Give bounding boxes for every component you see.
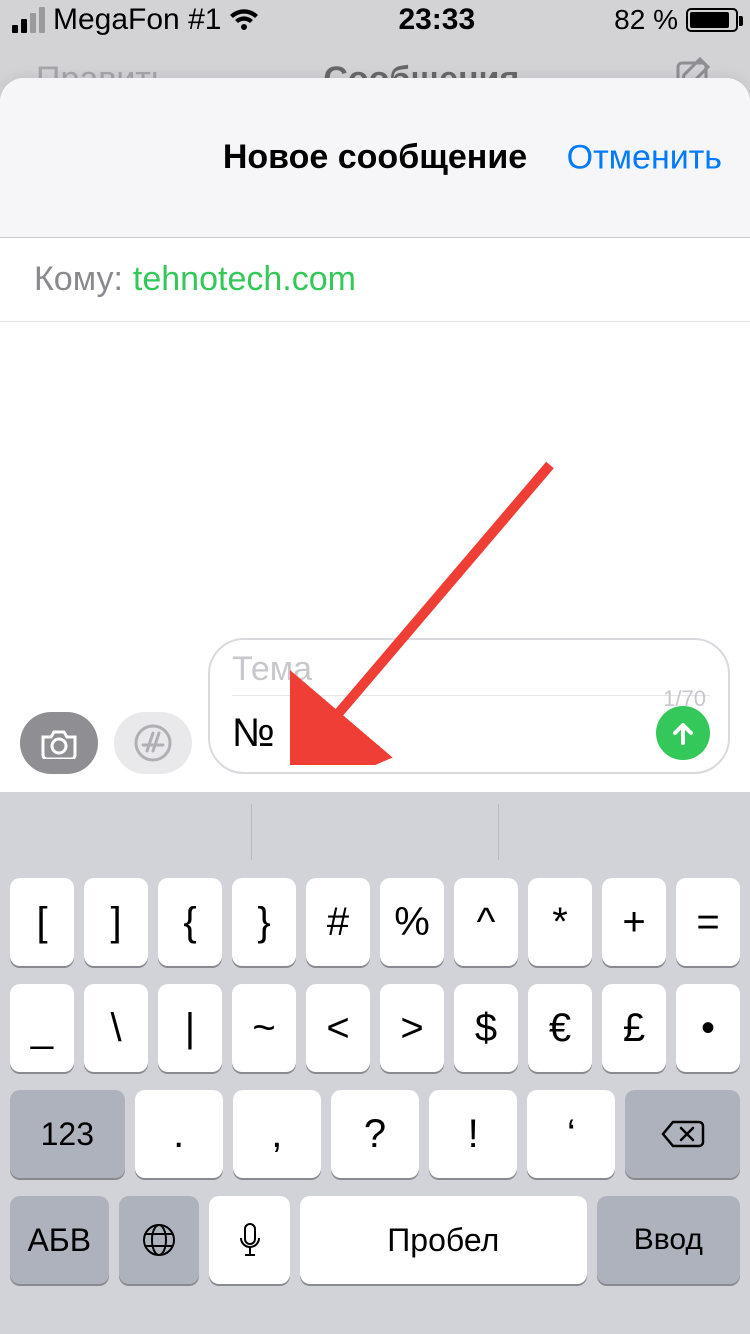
key[interactable]: \ — [84, 984, 148, 1072]
key-row-3: 123 . , ? ! ‘ — [6, 1090, 744, 1178]
abc-key[interactable]: АБВ — [10, 1196, 109, 1284]
mic-icon — [238, 1222, 262, 1258]
key[interactable]: < — [306, 984, 370, 1072]
key[interactable]: + — [602, 878, 666, 966]
new-message-sheet: Новое сообщение Отменить Кому: tehnotech… — [0, 78, 750, 1334]
key[interactable]: % — [380, 878, 444, 966]
suggestion-bar[interactable] — [6, 804, 744, 860]
keyboard: [ ] { } # % ^ * + = _ \ | ~ < > $ € £ — [0, 792, 750, 1334]
key[interactable]: [ — [10, 878, 74, 966]
key[interactable]: $ — [454, 984, 518, 1072]
message-text[interactable]: № — [232, 711, 275, 756]
key[interactable]: = — [676, 878, 740, 966]
cancel-button[interactable]: Отменить — [567, 138, 722, 177]
compose-bar: Тема 1/70 № — [0, 622, 750, 792]
key[interactable]: { — [158, 878, 222, 966]
battery-icon — [686, 8, 738, 32]
mic-key[interactable] — [209, 1196, 290, 1284]
key-row-4: АБВ Пробел Ввод — [6, 1196, 744, 1284]
to-value: tehnotech.com — [133, 260, 356, 299]
key[interactable]: € — [528, 984, 592, 1072]
wifi-icon — [229, 8, 259, 32]
key-row-2: _ \ | ~ < > $ € £ • — [6, 984, 744, 1072]
key[interactable]: ‘ — [527, 1090, 615, 1178]
key[interactable]: • — [676, 984, 740, 1072]
backspace-icon — [661, 1118, 705, 1150]
key[interactable]: ~ — [232, 984, 296, 1072]
key[interactable]: ] — [84, 878, 148, 966]
subject-field[interactable]: Тема — [232, 650, 710, 696]
recipient-row[interactable]: Кому: tehnotech.com — [0, 238, 750, 322]
key[interactable]: ^ — [454, 878, 518, 966]
key[interactable]: . — [135, 1090, 223, 1178]
numbers-key[interactable]: 123 — [10, 1090, 125, 1178]
message-input-box[interactable]: Тема 1/70 № — [208, 638, 730, 774]
key[interactable]: £ — [602, 984, 666, 1072]
key[interactable]: * — [528, 878, 592, 966]
arrow-up-icon — [669, 719, 697, 747]
carrier-label: MegaFon #1 — [53, 3, 221, 37]
to-label: Кому: — [34, 260, 123, 299]
key[interactable]: , — [233, 1090, 321, 1178]
enter-key[interactable]: Ввод — [597, 1196, 740, 1284]
globe-key[interactable] — [119, 1196, 200, 1284]
camera-button[interactable] — [20, 712, 98, 774]
status-bar: MegaFon #1 23:33 82 % — [0, 0, 750, 40]
sheet-header: Новое сообщение Отменить — [0, 78, 750, 238]
key[interactable]: > — [380, 984, 444, 1072]
globe-icon — [141, 1222, 177, 1258]
battery-percent: 82 % — [614, 4, 678, 36]
key[interactable]: # — [306, 878, 370, 966]
appstore-button[interactable] — [114, 712, 192, 774]
key-row-1: [ ] { } # % ^ * + = — [6, 878, 744, 966]
clock: 23:33 — [398, 3, 475, 37]
key[interactable]: } — [232, 878, 296, 966]
key[interactable]: _ — [10, 984, 74, 1072]
key[interactable]: ! — [429, 1090, 517, 1178]
backspace-key[interactable] — [625, 1090, 740, 1178]
send-button[interactable] — [656, 706, 710, 760]
key[interactable]: | — [158, 984, 222, 1072]
space-key[interactable]: Пробел — [300, 1196, 587, 1284]
char-counter: 1/70 — [663, 686, 706, 712]
cellular-signal-icon — [12, 7, 45, 33]
sheet-title: Новое сообщение — [223, 138, 527, 177]
key[interactable]: ? — [331, 1090, 419, 1178]
